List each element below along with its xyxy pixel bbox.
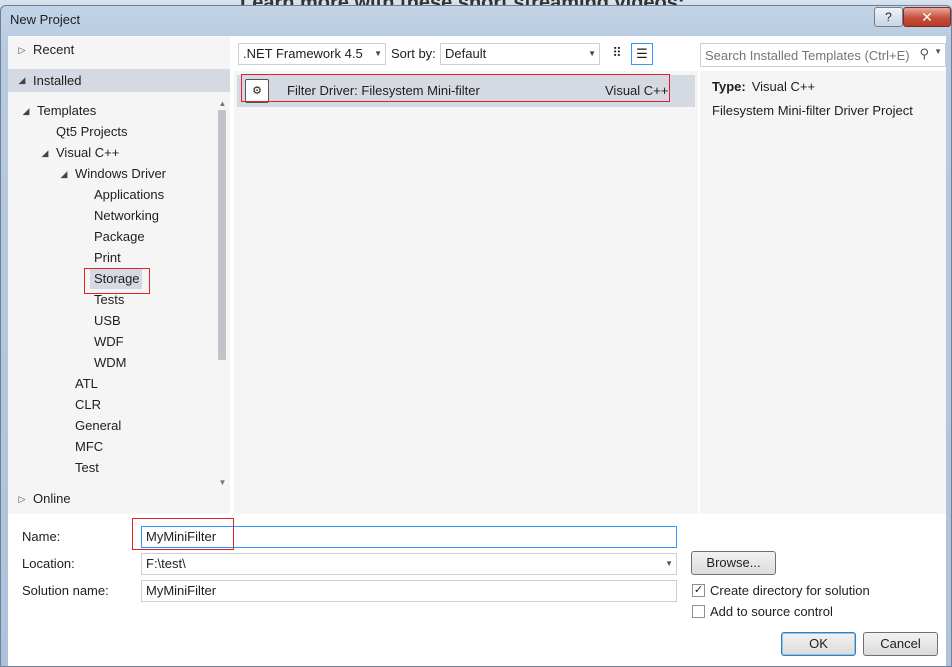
chevron-down-icon[interactable]: ▼ — [665, 554, 673, 574]
tree-scrollbar[interactable]: ▲ ▼ — [215, 98, 230, 487]
sort-dropdown[interactable]: Default ▼ — [440, 43, 600, 65]
tree-item-label: Windows Driver — [75, 166, 167, 181]
tree-item-label: Package — [94, 229, 145, 244]
solution-name-label: Solution name: — [22, 583, 109, 598]
dialog-client-area: ▷ Recent ◢ Installed ◢ Templates Qt5 Pro… — [8, 36, 946, 666]
sort-value: Default — [445, 46, 487, 61]
collapse-down-icon: ◢ — [41, 148, 49, 158]
tree-item-label: ATL — [75, 376, 98, 391]
tree-section-label: Installed — [33, 73, 82, 88]
tree-item-label: WDF — [94, 334, 124, 349]
name-label: Name: — [22, 529, 61, 544]
template-name: Filter Driver: Filesystem Mini-filter — [287, 83, 480, 98]
tree-item-label: CLR — [75, 397, 102, 412]
dialog-title: New Project — [10, 12, 81, 27]
template-tree: ▷ Recent ◢ Installed ◢ Templates Qt5 Pro… — [8, 36, 230, 514]
search-box: ⚲ ▼ — [700, 43, 946, 67]
browse-button[interactable]: Browse... — [691, 551, 776, 575]
framework-value: .NET Framework 4.5 — [243, 46, 363, 61]
solution-name-value: MyMiniFilter — [146, 583, 217, 598]
search-input[interactable] — [701, 44, 911, 66]
title-bar: New Project ? ✕ — [1, 6, 951, 34]
chevron-down-icon[interactable]: ▼ — [934, 47, 942, 56]
type-row: Type: Visual C++ — [712, 79, 815, 94]
tree-item-label: Print — [94, 250, 121, 265]
tree-item-label: MFC — [75, 439, 104, 454]
collapse-down-icon: ◢ — [22, 106, 30, 116]
tree-section-installed[interactable]: ◢ Installed — [8, 69, 230, 92]
templates-toolbar: .NET Framework 4.5 ▼ Sort by: Default ▼ … — [234, 43, 698, 67]
cancel-button[interactable]: Cancel — [863, 632, 938, 656]
tree-item-label: Test — [75, 460, 99, 475]
help-button[interactable]: ? — [874, 7, 903, 27]
close-button[interactable]: ✕ — [903, 7, 951, 27]
chevron-down-icon: ▼ — [374, 49, 382, 58]
tree-section-label: Online — [33, 491, 71, 506]
source-control-checkbox[interactable] — [692, 605, 705, 618]
location-label: Location: — [22, 556, 75, 571]
chevron-down-icon: ▼ — [588, 49, 596, 58]
scroll-down-arrow-icon[interactable]: ▼ — [215, 477, 230, 489]
tree-item-label: Qt5 Projects — [56, 124, 128, 139]
create-directory-checkbox[interactable]: ✓ — [692, 584, 705, 597]
tree-item-label: Networking — [94, 208, 160, 223]
location-combobox[interactable]: F:\test\ ▼ — [141, 553, 677, 575]
source-control-label: Add to source control — [710, 604, 833, 619]
tree-item-label: WDM — [94, 355, 127, 370]
tree-item-label: Applications — [94, 187, 165, 202]
driver-template-icon: ⚙ — [245, 79, 269, 103]
name-input[interactable]: MyMiniFilter — [141, 526, 677, 548]
tree-section-online[interactable]: ▷ Online — [8, 489, 230, 509]
tree-item-storage[interactable]: Storage — [90, 269, 142, 289]
location-value: F:\test\ — [146, 556, 186, 571]
type-label: Type: — [712, 79, 746, 94]
collapse-down-icon: ◢ — [18, 75, 26, 85]
expand-right-icon: ▷ — [18, 494, 26, 504]
list-view-icon: ☰ — [636, 46, 648, 61]
tree-item-label: Templates — [37, 103, 97, 118]
solution-name-input[interactable]: MyMiniFilter — [141, 580, 677, 602]
tree-item-label: USB — [94, 313, 121, 328]
tree-item-label: Visual C++ — [56, 145, 120, 160]
grid-view-icon: ⠿ — [612, 45, 622, 60]
tree-item-label: General — [75, 418, 122, 433]
scroll-up-arrow-icon[interactable]: ▲ — [215, 98, 230, 110]
expand-right-icon: ▷ — [18, 45, 26, 55]
template-description: Filesystem Mini-filter Driver Project — [712, 103, 913, 118]
name-value: MyMiniFilter — [146, 529, 217, 544]
type-value: Visual C++ — [751, 79, 816, 94]
small-icons-view-button[interactable]: ⠿ — [606, 43, 628, 65]
search-icon[interactable]: ⚲ — [919, 46, 929, 62]
list-view-button[interactable]: ☰ — [631, 43, 653, 65]
create-directory-label: Create directory for solution — [710, 583, 870, 598]
framework-dropdown[interactable]: .NET Framework 4.5 ▼ — [238, 43, 386, 65]
template-details: Type: Visual C++ Filesystem Mini-filter D… — [700, 71, 946, 514]
tree-item-label: Tests — [94, 292, 125, 307]
scroll-thumb[interactable] — [218, 110, 226, 360]
tree-item-label: Storage — [94, 271, 140, 286]
template-item-filter-driver[interactable]: ⚙ Filter Driver: Filesystem Mini-filter … — [237, 75, 695, 107]
tree-section-recent[interactable]: ▷ Recent — [8, 40, 230, 60]
new-project-dialog: New Project ? ✕ ▷ Recent ◢ Installed ◢ T… — [0, 5, 952, 667]
template-language: Visual C++ — [605, 83, 669, 98]
collapse-down-icon: ◢ — [60, 169, 68, 179]
sort-by-label: Sort by: — [391, 46, 436, 61]
tree-section-label: Recent — [33, 42, 75, 57]
ok-button[interactable]: OK — [781, 632, 856, 656]
templates-list: ⚙ Filter Driver: Filesystem Mini-filter … — [234, 71, 698, 514]
